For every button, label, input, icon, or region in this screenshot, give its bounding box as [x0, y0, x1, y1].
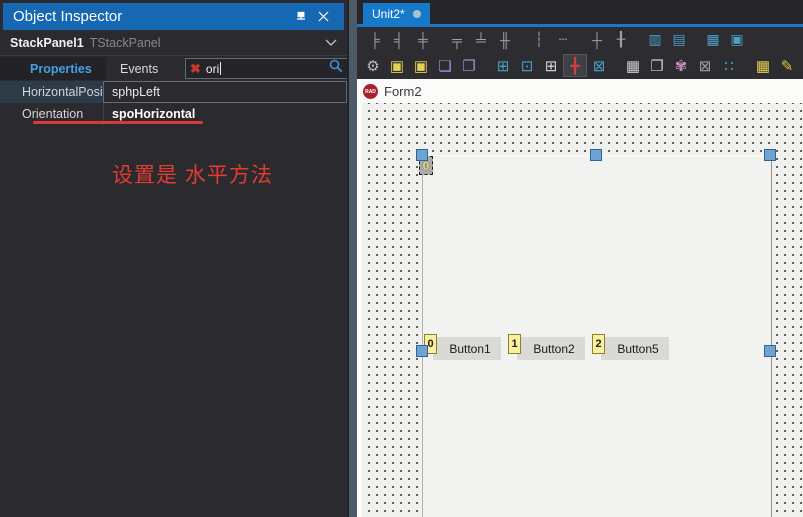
align-bottom-edges-icon[interactable]: ╧	[469, 29, 493, 50]
selection-handle-top-right[interactable]	[764, 149, 776, 161]
align-horizontal-centers-icon[interactable]: ╪	[411, 29, 435, 50]
snap-to-grid-icon[interactable]: ▦	[751, 54, 775, 77]
select-region-icon[interactable]: ⊠	[693, 54, 717, 77]
make-same-width-icon[interactable]: ▥	[643, 29, 667, 50]
copy-icon[interactable]: ❐	[645, 54, 669, 77]
object-inspector-title: Object Inspector	[13, 8, 290, 25]
property-name: Orientation	[0, 107, 103, 121]
align-right-edges-icon[interactable]: ╡	[387, 29, 411, 50]
tab-unit2[interactable]: Unit2*	[363, 3, 430, 24]
align-vertical-centers-icon[interactable]: ╫	[493, 29, 517, 50]
align-to-grid-icon[interactable]: ⊞	[491, 54, 515, 77]
form-title: Form2	[384, 84, 422, 99]
clear-search-icon[interactable]: ✖	[190, 61, 201, 77]
selection-handle-top-left[interactable]	[416, 149, 428, 161]
space-equally-horizontal-icon[interactable]: ┄	[551, 29, 575, 50]
center-vertically-in-window-icon[interactable]: ┼	[585, 29, 609, 50]
creation-order-icon[interactable]: ▣	[409, 54, 433, 77]
stackpanel-children: 0Button11Button22Button5	[433, 337, 669, 360]
property-value-editor[interactable]: sphpLeft	[103, 81, 347, 103]
selected-object-name: StackPanel1	[10, 36, 84, 50]
lock-controls-icon[interactable]: ⊠	[587, 54, 611, 77]
send-to-back-icon[interactable]: ❐	[457, 54, 481, 77]
space-equally-vertical-icon[interactable]: ┆	[527, 29, 551, 50]
selection-handle-middle-left[interactable]	[416, 345, 428, 357]
button-label: Button2	[533, 342, 574, 356]
size-constraints-icon[interactable]: ▣	[725, 29, 749, 50]
editor-tabbar: Unit2*	[357, 0, 803, 24]
red-underline-annotation	[33, 121, 203, 124]
object-inspector-panel: Object Inspector StackPanel1 TStackPanel…	[0, 0, 347, 517]
make-same-size-icon[interactable]: ▦	[701, 29, 725, 50]
button-label: Button5	[617, 342, 658, 356]
selected-object-type: TStackPanel	[90, 36, 325, 50]
taborder-badge: 1	[508, 334, 521, 354]
tab-properties[interactable]: Properties	[0, 57, 106, 80]
designer-toolbar: ⚙▣▣❏❐⊞⊡⊞╋⊠▦❐✾⊠∷▦✎⇅0	[357, 52, 803, 79]
selection-handle-top-center[interactable]	[590, 149, 602, 161]
view-as-grid-icon[interactable]: ▦	[621, 54, 645, 77]
text-caret	[220, 62, 221, 75]
bring-to-front-icon[interactable]: ❏	[433, 54, 457, 77]
grid-dots-icon[interactable]: ∷	[717, 54, 741, 77]
designed-button-button5[interactable]: 2Button5	[601, 337, 669, 360]
designed-button-button1[interactable]: 0Button1	[433, 337, 501, 360]
panel-splitter[interactable]	[347, 0, 357, 517]
gear-icon[interactable]: ⚙	[361, 54, 385, 77]
size-to-grid-icon[interactable]: ⊡	[515, 54, 539, 77]
chinese-annotation-text: 设置是 水平方法	[112, 159, 273, 189]
close-icon[interactable]	[312, 6, 334, 28]
alignment-toolbar: ╞╡╪ ╤╧╫ ┆┄ ┼╂ ▥▤ ▦▣	[357, 27, 803, 52]
style-wand-icon[interactable]: ✎	[775, 54, 799, 77]
search-icon[interactable]	[329, 59, 343, 78]
property-name: HorizontalPositi	[0, 85, 103, 99]
taborder-badge: 2	[592, 334, 605, 354]
tab-label: Unit2*	[372, 7, 405, 21]
align-left-edges-icon[interactable]: ╞	[363, 29, 387, 50]
designed-button-button2[interactable]: 1Button2	[517, 337, 585, 360]
snap-lines-icon[interactable]: ╋	[563, 54, 587, 77]
scale-icon[interactable]: ⊞	[539, 54, 563, 77]
tab-events[interactable]: Events	[120, 62, 158, 76]
object-inspector-titlebar: Object Inspector	[3, 3, 344, 30]
form-header: RAD Form2	[363, 84, 422, 99]
search-query-text: ori	[206, 62, 219, 76]
center-horizontally-in-window-icon[interactable]: ╂	[609, 29, 633, 50]
button-label: Button1	[449, 342, 490, 356]
tab-order-dialog-icon[interactable]: ▣	[385, 54, 409, 77]
selection-handle-middle-right[interactable]	[764, 345, 776, 357]
paste-icon[interactable]: ✾	[669, 54, 693, 77]
property-search-input[interactable]: ✖ ori	[185, 58, 348, 79]
pin-icon[interactable]	[290, 6, 312, 28]
chevron-down-icon[interactable]	[325, 34, 337, 52]
align-top-edges-icon[interactable]: ╤	[445, 29, 469, 50]
make-same-height-icon[interactable]: ▤	[667, 29, 691, 50]
reorder-controls-icon[interactable]: ⇅	[799, 54, 803, 77]
object-selector-dropdown[interactable]: StackPanel1 TStackPanel	[0, 30, 347, 56]
rad-logo-icon: RAD	[363, 84, 378, 99]
property-row-horizontalposition[interactable]: HorizontalPositi sphpLeft	[0, 81, 347, 103]
stackpanel-control[interactable]: 0Button11Button22Button5	[422, 155, 772, 517]
modified-dot-icon	[413, 10, 421, 18]
